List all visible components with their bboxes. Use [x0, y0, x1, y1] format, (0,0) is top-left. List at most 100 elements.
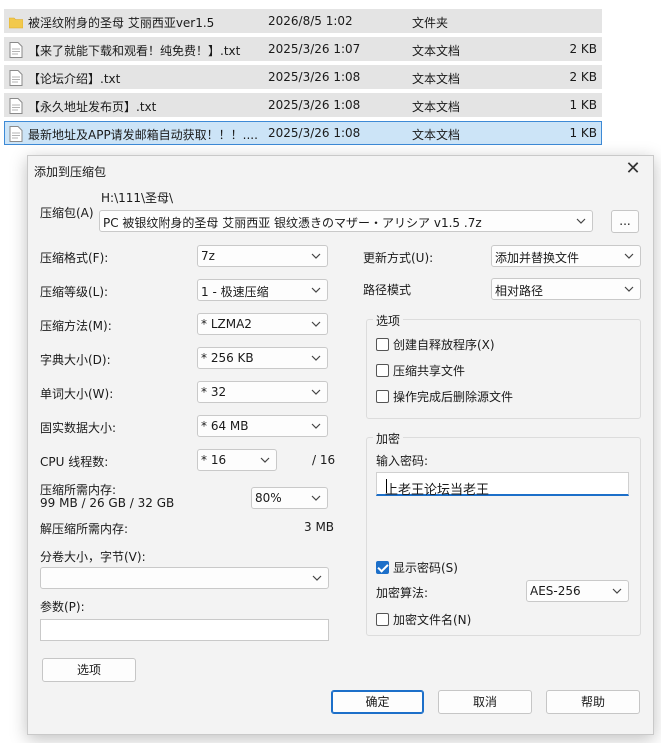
volume-label: 分卷大小，字节(V):	[40, 550, 146, 564]
chevron-down-icon	[311, 423, 321, 429]
add-to-archive-dialog: 添加到压缩包 ✕ 压缩包(A) H:\111\圣母\ PC 被银纹附身的圣母 艾…	[27, 155, 654, 735]
solid-select[interactable]: * 64 MB	[197, 415, 328, 437]
file-type: 文本文档	[412, 44, 461, 58]
shared-checkbox[interactable]: 压缩共享文件	[376, 362, 465, 379]
format-label: 压缩格式(F):	[40, 251, 109, 265]
text-caret	[386, 479, 387, 493]
file-type: 文本文档	[412, 72, 461, 86]
level-value: 1 - 极速压缩	[201, 285, 269, 299]
dict-select[interactable]: * 256 KB	[197, 347, 328, 369]
checkbox-box	[376, 338, 389, 351]
update-select[interactable]: 添加并替换文件	[491, 245, 641, 267]
method-label: 压缩方法(M):	[40, 319, 112, 333]
delete-source-checkbox[interactable]: 操作完成后删除源文件	[376, 388, 513, 405]
level-select[interactable]: 1 - 极速压缩	[197, 279, 328, 301]
show-password-checkbox[interactable]: 显示密码(S)	[376, 559, 458, 576]
solid-value: * 64 MB	[201, 419, 249, 433]
file-date: 2025/3/26 1:07	[268, 42, 361, 56]
folder-icon	[9, 17, 23, 29]
options-group-title: 选项	[373, 312, 404, 329]
file-date: 2025/3/26 1:08	[268, 98, 361, 112]
file-name: 【来了就能下载和观看！纯免费！】.txt	[28, 44, 241, 58]
file-date: 2025/3/26 1:08	[268, 70, 361, 84]
help-button[interactable]: 帮助	[546, 690, 640, 714]
password-input[interactable]: 上老王论坛当老王	[376, 472, 629, 498]
chevron-down-icon	[624, 286, 634, 292]
pathmode-value: 相对路径	[495, 284, 544, 298]
level-label: 压缩等级(L):	[40, 285, 109, 299]
text-file-icon	[9, 70, 23, 86]
method-value: * LZMA2	[201, 317, 252, 331]
password-value: 上老王论坛当老王	[385, 483, 490, 498]
volume-select[interactable]	[40, 567, 329, 589]
params-label: 参数(P):	[40, 600, 85, 614]
word-select[interactable]: * 32	[197, 381, 328, 403]
dict-label: 字典大小(D):	[40, 353, 111, 367]
method-select[interactable]: * LZMA2	[197, 313, 328, 335]
file-date: 2025/3/26 1:08	[268, 126, 361, 140]
chevron-down-icon	[312, 575, 322, 581]
pathmode-label: 路径模式	[363, 283, 412, 297]
delete-source-label: 操作完成后删除源文件	[393, 390, 514, 404]
chevron-down-icon	[576, 218, 586, 224]
update-label: 更新方式(U):	[363, 251, 434, 265]
chevron-down-icon	[311, 321, 321, 327]
params-input[interactable]	[40, 619, 329, 641]
mem-compress-detail: 99 MB / 26 GB / 32 GB	[40, 496, 175, 510]
encryption-method-label: 加密算法:	[376, 586, 429, 600]
checkbox-checked	[376, 561, 389, 574]
text-file-icon	[9, 42, 23, 58]
word-value: * 32	[201, 385, 227, 399]
update-value: 添加并替换文件	[495, 251, 580, 265]
checkbox-box	[376, 613, 389, 626]
ok-button[interactable]: 确定	[331, 690, 424, 714]
archive-label: 压缩包(A)	[40, 206, 94, 220]
file-row[interactable]: 被淫纹附身的圣母 艾丽西亚ver1.5 2026/8/5 1:02 文件夹	[4, 9, 602, 33]
threads-select[interactable]: * 16	[197, 449, 277, 471]
cancel-button[interactable]: 取消	[438, 690, 532, 714]
file-row[interactable]: 【来了就能下载和观看！纯免费！】.txt 2025/3/26 1:07 文本文档…	[4, 37, 602, 61]
file-list: 被淫纹附身的圣母 艾丽西亚ver1.5 2026/8/5 1:02 文件夹 【来…	[0, 0, 661, 150]
chevron-down-icon	[624, 253, 634, 259]
file-type: 文本文档	[412, 128, 461, 142]
file-size: 2 KB	[569, 42, 597, 56]
close-icon[interactable]: ✕	[623, 159, 643, 179]
shared-label: 压缩共享文件	[393, 364, 466, 378]
chevron-down-icon	[311, 287, 321, 293]
file-name: 最新地址及APP请发邮箱自动获取！！！....	[28, 128, 258, 142]
pathmode-select[interactable]: 相对路径	[491, 278, 641, 300]
browse-button[interactable]: ...	[611, 210, 639, 233]
archive-name-combo[interactable]: PC 被银纹附身的圣母 艾丽西亚 银纹憑きのマザー・アリシア v1.5 .7z	[99, 210, 593, 232]
format-select[interactable]: 7z	[197, 245, 328, 267]
encryption-method-value: AES-256	[530, 584, 581, 598]
archive-path: H:\111\圣母\	[101, 191, 174, 205]
password-label: 输入密码:	[376, 454, 429, 468]
checkbox-box	[376, 390, 389, 403]
file-row[interactable]: 【永久地址发布页】.txt 2025/3/26 1:08 文本文档 1 KB	[4, 93, 602, 117]
encrypt-names-label: 加密文件名(N)	[393, 613, 472, 627]
file-size: 1 KB	[569, 126, 597, 140]
chevron-down-icon	[311, 355, 321, 361]
text-file-icon	[9, 98, 23, 114]
file-date: 2026/8/5 1:02	[268, 14, 353, 28]
file-type: 文本文档	[412, 100, 461, 114]
show-password-label: 显示密码(S)	[393, 561, 458, 575]
dialog-title: 添加到压缩包	[34, 165, 107, 179]
file-name: 被淫纹附身的圣母 艾丽西亚ver1.5	[28, 16, 215, 30]
mem-percent-select[interactable]: 80%	[251, 487, 328, 509]
file-type: 文件夹	[412, 16, 449, 30]
sfx-checkbox[interactable]: 创建自释放程序(X)	[376, 336, 495, 353]
file-name: 【论坛介绍】.txt	[28, 72, 121, 86]
sfx-label: 创建自释放程序(X)	[393, 338, 495, 352]
threads-max: / 16	[312, 453, 336, 467]
encryption-method-select[interactable]: AES-256	[526, 580, 629, 602]
chevron-down-icon	[260, 457, 270, 463]
chevron-down-icon	[311, 495, 321, 501]
options-button[interactable]: 选项	[42, 658, 136, 682]
encrypt-names-checkbox[interactable]: 加密文件名(N)	[376, 611, 471, 628]
word-label: 单词大小(W):	[40, 387, 114, 401]
file-row-selected[interactable]: 最新地址及APP请发邮箱自动获取！！！.... 2025/3/26 1:08 文…	[4, 121, 602, 145]
chevron-down-icon	[311, 389, 321, 395]
chevron-down-icon	[311, 253, 321, 259]
file-row[interactable]: 【论坛介绍】.txt 2025/3/26 1:08 文本文档 2 KB	[4, 65, 602, 89]
